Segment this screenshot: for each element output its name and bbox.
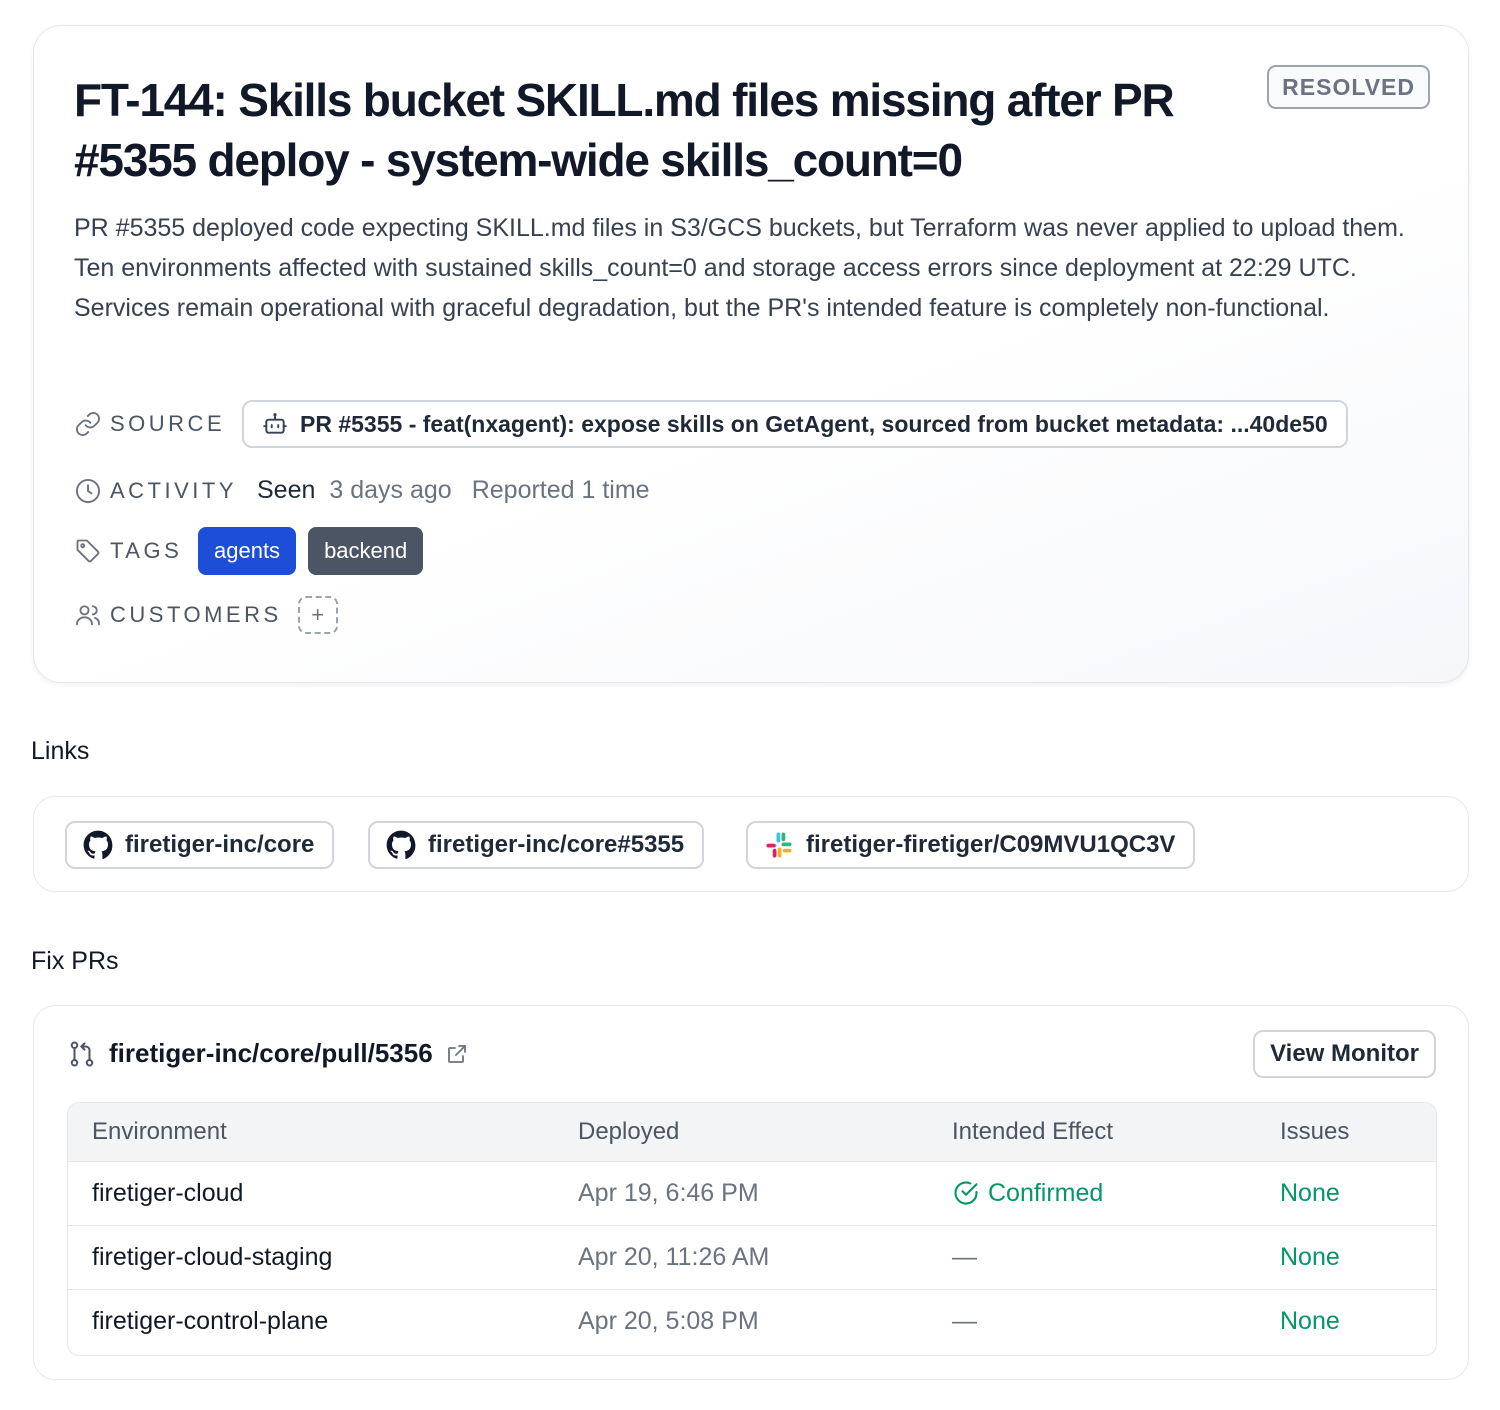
tag-icon bbox=[76, 539, 100, 563]
fix-pr-card: firetiger-inc/core/pull/5356 View Monito… bbox=[33, 1005, 1469, 1380]
column-header-environment: Environment bbox=[92, 1117, 227, 1145]
slack-icon bbox=[766, 832, 792, 858]
intended-effect-cell: Confirmed bbox=[928, 1161, 1256, 1225]
link-github-pr[interactable]: firetiger-inc/core#5355 bbox=[368, 821, 705, 869]
activity-reported: Reported 1 time bbox=[471, 476, 650, 504]
external-link-icon[interactable] bbox=[445, 1042, 469, 1066]
link-slack-channel[interactable]: firetiger-firetiger/C09MVU1QC3V bbox=[746, 821, 1196, 869]
confirmed-label: Confirmed bbox=[988, 1178, 1104, 1207]
issues-cell: None bbox=[1280, 1306, 1340, 1335]
add-customer-button[interactable]: + bbox=[297, 596, 338, 634]
activity-seen-label: Seen bbox=[257, 476, 316, 504]
intended-effect-cell: — bbox=[952, 1242, 977, 1271]
deployed-cell: Apr 20, 11:26 AM bbox=[578, 1242, 770, 1271]
links-section-title: Links bbox=[31, 737, 90, 765]
customers-label: CUSTOMERS bbox=[74, 601, 282, 629]
tags-label: TAGS bbox=[74, 537, 186, 565]
issue-description: PR #5355 deployed code expecting SKILL.m… bbox=[74, 214, 1405, 322]
fix-pr-link[interactable]: firetiger-inc/core/pull/5356 bbox=[109, 1038, 433, 1069]
source-row: SOURCE PR #5355 - feat(nxagent): expose … bbox=[74, 400, 1348, 448]
activity-label: ACTIVITY bbox=[74, 477, 257, 505]
environment-cell: firetiger-cloud bbox=[92, 1178, 244, 1207]
tags-row: TAGS agents backend bbox=[74, 527, 424, 575]
issues-cell: None bbox=[1280, 1178, 1340, 1207]
column-header-deployed: Deployed bbox=[578, 1117, 680, 1145]
environment-cell: firetiger-control-plane bbox=[92, 1306, 329, 1335]
table-row: firetiger-control-plane Apr 20, 5:08 PM … bbox=[68, 1289, 1436, 1353]
deployments-table: Environment Deployed Intended Effect Iss… bbox=[67, 1102, 1437, 1356]
github-icon bbox=[83, 830, 113, 860]
link-github-repo[interactable]: firetiger-inc/core bbox=[65, 821, 335, 869]
issues-cell: None bbox=[1280, 1242, 1340, 1271]
intended-effect-cell: — bbox=[952, 1306, 977, 1335]
github-icon bbox=[386, 830, 416, 860]
deployed-cell: Apr 20, 5:08 PM bbox=[578, 1306, 759, 1335]
customers-row: CUSTOMERS + bbox=[74, 596, 338, 634]
source-chip[interactable]: PR #5355 - feat(nxagent): expose skills … bbox=[242, 400, 1348, 448]
fix-prs-section-title: Fix PRs bbox=[31, 947, 119, 975]
tag-backend[interactable]: backend bbox=[308, 527, 424, 575]
robot-icon bbox=[263, 413, 287, 434]
git-pull-request-icon bbox=[70, 1040, 94, 1066]
activity-seen-ago: 3 days ago bbox=[329, 476, 452, 504]
activity-row: ACTIVITY Seen 3 days ago Reported 1 time bbox=[74, 476, 650, 505]
tag-agents[interactable]: agents bbox=[198, 527, 297, 575]
table-header-row: Environment Deployed Intended Effect Iss… bbox=[68, 1103, 1436, 1161]
users-icon bbox=[75, 605, 101, 626]
pr-header: firetiger-inc/core/pull/5356 bbox=[67, 1038, 469, 1069]
check-circle-icon bbox=[954, 1181, 978, 1205]
link-icon bbox=[75, 411, 101, 437]
column-header-intended-effect: Intended Effect bbox=[952, 1117, 1114, 1145]
clock-icon bbox=[75, 478, 101, 503]
view-monitor-button[interactable]: View Monitor bbox=[1253, 1030, 1436, 1078]
issue-title: FT-144: Skills bucket SKILL.md files mis… bbox=[74, 74, 1175, 186]
table-row: firetiger-cloud-staging Apr 20, 11:26 AM… bbox=[68, 1225, 1436, 1289]
links-card: firetiger-inc/core firetiger-inc/core#53… bbox=[33, 796, 1469, 892]
environment-cell: firetiger-cloud-staging bbox=[92, 1242, 333, 1271]
table-row: firetiger-cloud Apr 19, 6:46 PM Confirme… bbox=[68, 1161, 1436, 1225]
status-badge: RESOLVED bbox=[1267, 65, 1430, 109]
source-label: SOURCE bbox=[74, 410, 242, 438]
deployed-cell: Apr 19, 6:46 PM bbox=[578, 1178, 759, 1207]
issue-card: FT-144: Skills bucket SKILL.md files mis… bbox=[33, 25, 1469, 683]
column-header-issues: Issues bbox=[1280, 1117, 1350, 1145]
